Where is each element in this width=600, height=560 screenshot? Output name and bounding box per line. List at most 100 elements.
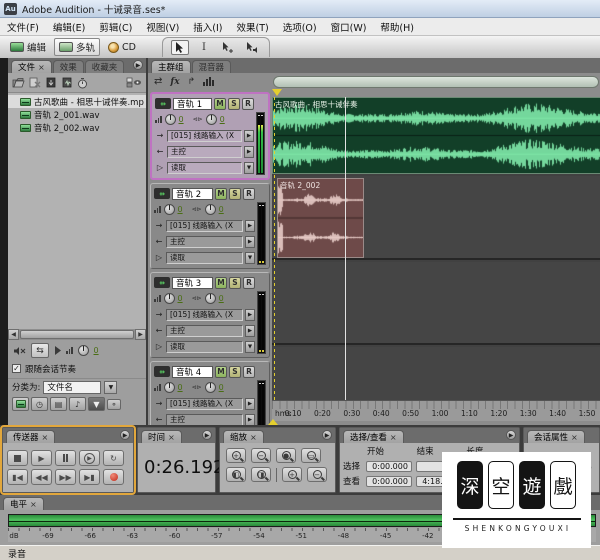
panel-menu-icon[interactable]: ▶ xyxy=(322,430,332,440)
mute-button[interactable]: M xyxy=(215,187,227,200)
show-loop-files-button[interactable]: ◷ xyxy=(31,397,48,411)
track-name-field[interactable]: 音轨 3 xyxy=(172,276,213,289)
mute-button[interactable]: M xyxy=(215,365,227,378)
record-button[interactable] xyxy=(103,469,124,485)
close-icon[interactable]: × xyxy=(38,63,45,72)
preview-volume-knob[interactable] xyxy=(77,345,89,356)
tab-session-properties[interactable]: 会话属性 × xyxy=(527,430,585,443)
close-icon[interactable]: × xyxy=(390,433,397,442)
dropdown-icon[interactable]: ▼ xyxy=(244,161,254,174)
arrow-right-icon[interactable]: ▶ xyxy=(245,324,255,337)
go-to-start-button[interactable]: ▮◀ xyxy=(7,469,28,485)
zoom-out-vertical-button[interactable]: − xyxy=(307,467,327,482)
filter-options-button[interactable]: ▼ xyxy=(88,397,105,411)
file-item[interactable]: 古风歌曲 - 相思十诫伴奏.mp xyxy=(8,95,146,108)
mute-button[interactable]: M xyxy=(214,97,226,110)
menu-item-8[interactable]: 帮助(H) xyxy=(373,20,421,34)
panel-menu-icon[interactable]: ▶ xyxy=(120,430,130,440)
track-arm-icon[interactable]: ⇻ xyxy=(155,98,171,109)
close-icon[interactable]: × xyxy=(571,433,578,442)
track-block-2[interactable]: ⇻ 音轨 2 M S R 0 ⊲⊳ 0 → [015] 线路输入 (X ▶ ← 主控 ▶ ▷ 读取 ▼ xyxy=(150,183,270,269)
files-tab-1[interactable]: 效果 xyxy=(52,60,84,73)
arrow-right-icon[interactable]: ▶ xyxy=(245,413,255,425)
close-icon[interactable]: × xyxy=(250,433,257,442)
pan-knob[interactable] xyxy=(205,114,217,125)
track-output-select[interactable]: 主控 xyxy=(166,324,243,337)
automation-icon[interactable]: ▷ xyxy=(154,342,164,351)
dropdown-icon[interactable]: ▼ xyxy=(245,251,255,264)
record-arm-button[interactable]: R xyxy=(243,276,255,289)
file-item[interactable]: 音轨 2_002.wav xyxy=(8,121,146,134)
zoom-out-button[interactable]: − xyxy=(251,448,271,463)
track-name-field[interactable]: 音轨 1 xyxy=(173,97,212,110)
main-group-tab-0[interactable]: 主群组 xyxy=(151,60,191,73)
play-button[interactable]: ▶ xyxy=(31,450,52,466)
rewind-button[interactable]: ◀◀ xyxy=(31,469,52,485)
loop-play-button[interactable]: ↻ xyxy=(103,450,124,466)
track-block-4[interactable]: ⇻音轨 4MSR0⊲⊳0→[015] 线路输入 (X▶←主控▶▷读取▼ xyxy=(150,361,270,425)
close-file-icon[interactable] xyxy=(29,77,41,88)
volume-knob[interactable] xyxy=(164,114,176,125)
tab-levels[interactable]: 电平 × xyxy=(3,497,44,510)
stop-button[interactable] xyxy=(7,450,28,466)
route-out-icon[interactable]: ← xyxy=(154,415,164,424)
menu-item-7[interactable]: 窗口(W) xyxy=(324,20,374,34)
route-out-icon[interactable]: ← xyxy=(155,147,165,156)
menu-item-0[interactable]: 文件(F) xyxy=(0,20,46,34)
meters-icon[interactable] xyxy=(203,77,215,86)
files-tab-0[interactable]: 文件 × xyxy=(11,60,52,73)
pan-knob[interactable] xyxy=(204,382,216,393)
route-in-icon[interactable]: → xyxy=(155,131,165,140)
menu-item-5[interactable]: 效果(T) xyxy=(230,20,276,34)
menu-item-4[interactable]: 插入(I) xyxy=(186,20,229,34)
show-video-files-button[interactable]: ▤ xyxy=(50,397,67,411)
zoom-right-edge-button[interactable]: ◨ xyxy=(251,467,271,482)
playhead-line[interactable] xyxy=(345,97,346,400)
volume-knob[interactable] xyxy=(163,293,175,304)
automation-mode-select[interactable]: 读取 xyxy=(166,251,243,264)
route-in-icon[interactable]: → xyxy=(154,221,164,230)
scroll-left-icon[interactable]: ◀ xyxy=(8,329,19,340)
automation-mode-select[interactable]: 读取 xyxy=(167,161,242,174)
route-in-icon[interactable]: → xyxy=(154,399,164,408)
menu-item-3[interactable]: 视图(V) xyxy=(139,20,186,34)
menu-item-6[interactable]: 选项(O) xyxy=(276,20,324,34)
track1-lane[interactable]: 古风歌曲 - 相思十诫伴奏 xyxy=(272,97,600,174)
arrow-right-icon[interactable]: ▶ xyxy=(245,235,255,248)
file-item[interactable]: 音轨 2_001.wav xyxy=(8,108,146,121)
files-horizontal-scrollbar[interactable]: ◀ ▶ xyxy=(8,329,146,340)
tab-time[interactable]: 时间 × xyxy=(141,430,182,443)
time-selection-tool[interactable]: I xyxy=(195,40,213,55)
arrow-right-icon[interactable]: ▶ xyxy=(245,308,255,321)
arrow-right-icon[interactable]: ▶ xyxy=(245,219,255,232)
menu-item-1[interactable]: 编辑(E) xyxy=(46,20,92,34)
pan-knob[interactable] xyxy=(204,204,216,215)
tab-zoom[interactable]: 缩放 × xyxy=(223,430,264,443)
panel-menu-icon[interactable]: ▶ xyxy=(506,430,516,440)
scrollbar-thumb[interactable] xyxy=(20,330,134,339)
import-file-icon[interactable] xyxy=(45,77,57,88)
zoom-in-vertical-button[interactable]: + xyxy=(282,467,302,482)
route-in-icon[interactable]: → xyxy=(154,310,164,319)
tab-selection-view[interactable]: 选择/查看 × xyxy=(343,430,404,443)
import-folder-icon[interactable] xyxy=(12,77,25,88)
track-output-select[interactable]: 主控 xyxy=(167,145,242,158)
solo-button[interactable]: S xyxy=(229,365,241,378)
zoom-selection-button[interactable]: ● xyxy=(276,448,296,463)
track-input-select[interactable]: [015] 线路输入 (X xyxy=(166,219,243,232)
zoom-full-button[interactable]: ▭ xyxy=(301,448,321,463)
go-to-end-button[interactable]: ▶▮ xyxy=(79,469,100,485)
track-input-select[interactable]: [015] 线路输入 (X xyxy=(167,129,242,142)
edit-view-button[interactable]: 编辑 xyxy=(6,39,50,55)
route-out-icon[interactable]: ← xyxy=(154,237,164,246)
fx-icon[interactable]: fx xyxy=(170,77,179,87)
clip-track1[interactable]: 古风歌曲 - 相思十诫伴奏 xyxy=(272,97,600,174)
volume-knob[interactable] xyxy=(163,382,175,393)
swap-arrows-icon[interactable]: ⇄ xyxy=(154,76,162,87)
key-icon[interactable]: ⚬ xyxy=(107,398,121,410)
routing-icon[interactable]: ↱ xyxy=(188,77,196,87)
track-arm-icon[interactable]: ⇻ xyxy=(154,366,170,377)
tab-transport[interactable]: 传送器 × xyxy=(6,430,56,443)
import-audio-icon[interactable] xyxy=(61,77,73,88)
dropdown-icon[interactable]: ▼ xyxy=(245,340,255,353)
